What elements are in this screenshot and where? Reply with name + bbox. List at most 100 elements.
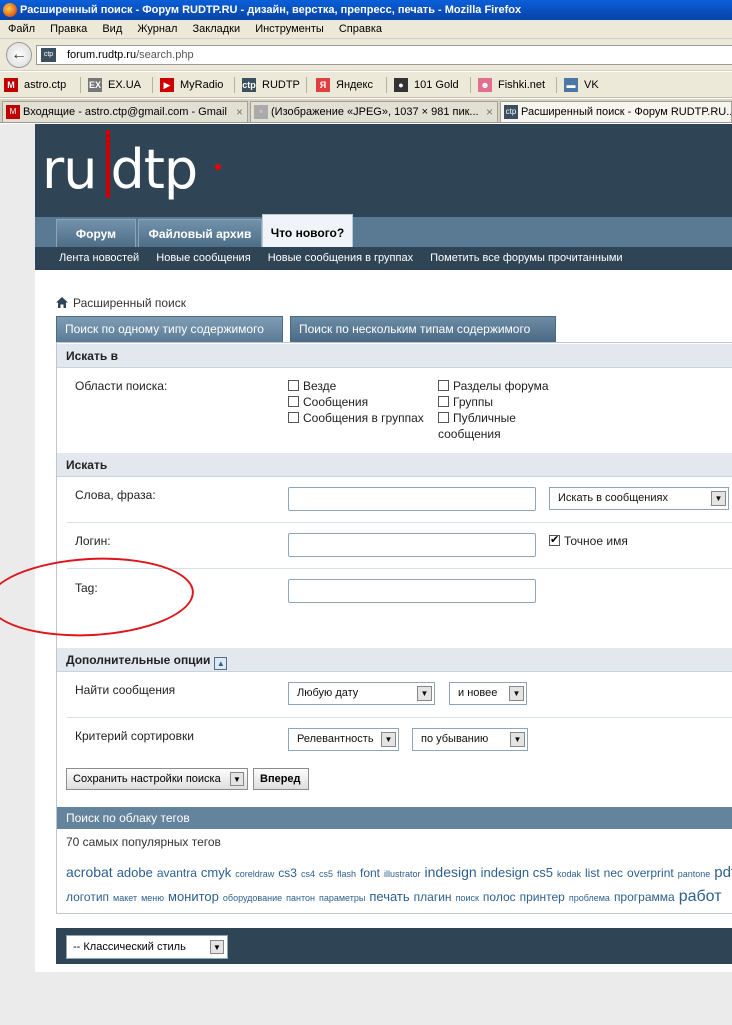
tag-link[interactable]: adobe xyxy=(117,865,153,880)
chevron-down-icon[interactable]: ▼ xyxy=(510,732,525,747)
chevron-down-icon[interactable]: ▼ xyxy=(210,940,224,954)
bookmark-item[interactable]: EX EX.UA xyxy=(88,77,141,93)
checkbox[interactable] xyxy=(288,380,299,391)
login-input[interactable] xyxy=(288,533,536,557)
tag-link[interactable]: cmyk xyxy=(201,865,231,880)
tag-link[interactable]: полос xyxy=(483,890,516,904)
tag-link[interactable]: cs5 xyxy=(319,869,333,879)
tag-link[interactable]: логотип xyxy=(66,890,109,904)
browser-tab[interactable]: M Входящие - astro.ctp@gmail.com - Gmail × xyxy=(2,101,248,122)
checkbox[interactable] xyxy=(288,396,299,407)
chevron-down-icon[interactable]: ▼ xyxy=(230,772,244,786)
search-scope-select[interactable]: Искать в сообщениях ▼ xyxy=(549,487,729,510)
tag-link[interactable]: illustrator xyxy=(384,869,421,879)
order-select[interactable]: по убыванию ▼ xyxy=(412,728,528,751)
bookmark-item[interactable]: ● 101 Gold xyxy=(394,77,459,93)
menu-history[interactable]: Журнал xyxy=(133,20,181,39)
tag-link[interactable]: pantone xyxy=(678,869,711,879)
subnav-news-feed[interactable]: Лента новостей xyxy=(59,252,139,264)
site-logo[interactable]: ru dtp xyxy=(42,138,242,210)
breadcrumb-current[interactable]: Расширенный поиск xyxy=(73,296,186,310)
tag-link[interactable]: overprint xyxy=(627,866,674,880)
chevron-down-icon[interactable]: ▼ xyxy=(417,686,432,701)
chevron-down-icon[interactable]: ▼ xyxy=(381,732,396,747)
menu-edit[interactable]: Правка xyxy=(46,20,91,39)
tag-link[interactable]: макет xyxy=(113,893,137,903)
tag-link[interactable]: плагин xyxy=(414,890,452,904)
checkbox-checked[interactable] xyxy=(549,532,560,548)
tag-link[interactable]: indesign xyxy=(425,864,477,880)
back-button[interactable]: ← xyxy=(6,42,32,68)
option-group-posts[interactable]: Сообщения в группах xyxy=(288,410,424,426)
menu-view[interactable]: Вид xyxy=(98,20,126,39)
tag-link[interactable]: flash xyxy=(337,869,356,879)
tag-link[interactable]: пантон xyxy=(286,893,315,903)
exact-name-checkbox[interactable]: Точное имя xyxy=(549,532,628,549)
tag-link[interactable]: проблема xyxy=(569,893,610,903)
tag-link[interactable]: программа xyxy=(614,890,675,904)
tag-link[interactable]: меню xyxy=(141,893,164,903)
tag-link[interactable]: coreldraw xyxy=(235,869,274,879)
tag-link[interactable]: cs3 xyxy=(278,866,297,880)
subnav-mark-read[interactable]: Пометить все форумы прочитанными xyxy=(430,252,622,264)
close-icon[interactable]: × xyxy=(236,102,243,122)
submit-search-button[interactable]: Вперед xyxy=(253,768,309,790)
tag-link[interactable]: font xyxy=(360,866,380,880)
close-icon[interactable]: × xyxy=(486,102,493,122)
words-input[interactable] xyxy=(288,487,536,511)
style-select[interactable]: -- Классический стиль ▼ xyxy=(66,935,228,959)
nav-tab-whats-new[interactable]: Что нового? xyxy=(262,214,353,247)
subnav-new-posts[interactable]: Новые сообщения xyxy=(156,252,250,264)
chevron-down-icon[interactable]: ▼ xyxy=(711,491,726,506)
checkbox[interactable] xyxy=(288,412,299,423)
menu-file[interactable]: Файл xyxy=(4,20,39,39)
bookmark-item[interactable]: Я Яндекс xyxy=(316,77,373,93)
bookmark-item[interactable]: Mastro.ctp xyxy=(4,77,66,93)
nav-tab-forum[interactable]: Форум xyxy=(56,219,136,247)
menu-tools[interactable]: Инструменты xyxy=(251,20,328,39)
nav-tab-file-archive[interactable]: Файловый архив xyxy=(138,219,262,247)
tag-link[interactable]: pdf xyxy=(714,864,732,881)
bookmark-item[interactable]: ☻ Fishki.net xyxy=(478,77,545,93)
tab-multi-type-search[interactable]: Поиск по нескольким типам содержимого xyxy=(290,316,556,342)
chevron-down-icon[interactable]: ▼ xyxy=(509,686,524,701)
tag-link[interactable]: работ xyxy=(679,888,722,905)
browser-tab[interactable]: ctp Расширенный поиск - Форум RUDTP.RU... xyxy=(500,101,732,122)
option-forum-sections[interactable]: Разделы форума xyxy=(438,378,549,394)
tag-link[interactable]: оборудование xyxy=(223,893,282,903)
tag-link[interactable]: avantra xyxy=(157,866,197,880)
tag-link[interactable]: indesign cs5 xyxy=(481,865,553,880)
subnav-new-group-posts[interactable]: Новые сообщения в группах xyxy=(268,252,413,264)
menu-bookmarks[interactable]: Закладки xyxy=(189,20,245,39)
tag-link[interactable]: list xyxy=(585,866,600,880)
option-posts[interactable]: Сообщения xyxy=(288,394,368,410)
newer-older-select[interactable]: и новее ▼ xyxy=(449,682,527,705)
checkbox[interactable] xyxy=(438,396,449,407)
collapse-icon[interactable]: ▲ xyxy=(214,657,228,670)
bookmark-item[interactable]: ▶ MyRadio xyxy=(160,77,223,93)
tag-link[interactable]: параметры xyxy=(319,893,365,903)
home-icon[interactable] xyxy=(56,297,68,308)
sort-select[interactable]: Релевантность ▼ xyxy=(288,728,399,751)
tag-link[interactable]: монитор xyxy=(168,889,219,904)
tag-input[interactable] xyxy=(288,579,536,603)
bookmark-item[interactable]: ctp RUDTP xyxy=(242,77,300,93)
bookmark-item[interactable]: ▬ VK xyxy=(564,77,599,93)
tag-link[interactable]: принтер xyxy=(520,890,565,904)
option-public-messages[interactable]: Публичные xyxy=(438,410,516,426)
checkbox[interactable] xyxy=(438,380,449,391)
tab-single-type-search[interactable]: Поиск по одному типу содержимого xyxy=(56,316,283,342)
option-groups[interactable]: Группы xyxy=(438,394,493,410)
tag-link[interactable]: cs4 xyxy=(301,869,315,879)
tag-link[interactable]: nec xyxy=(604,866,623,880)
tag-link[interactable]: kodak xyxy=(557,869,581,879)
menu-help[interactable]: Справка xyxy=(335,20,386,39)
tag-link[interactable]: поиск xyxy=(456,893,479,903)
date-select[interactable]: Любую дату ▼ xyxy=(288,682,435,705)
url-bar[interactable]: ctp forum.rudtp.ru/search.php xyxy=(36,45,732,65)
tag-link[interactable]: печать xyxy=(369,889,409,904)
browser-tab[interactable]: ▫ (Изображение «JPEG», 1037 × 981 пик... × xyxy=(250,101,498,122)
tag-link[interactable]: acrobat xyxy=(66,864,113,880)
option-everywhere[interactable]: Везде xyxy=(288,378,336,394)
checkbox[interactable] xyxy=(438,412,449,423)
